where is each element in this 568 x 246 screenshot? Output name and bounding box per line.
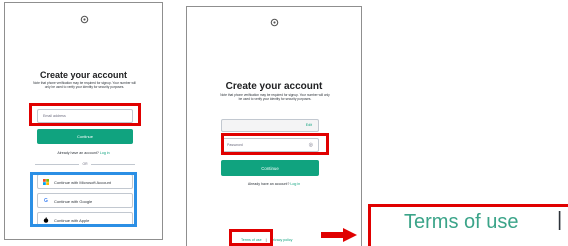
signup-panel-password: Create your account Note that phone veri… [186, 6, 362, 246]
verification-note: Note that phone verification may be requ… [33, 81, 136, 90]
openai-logo-icon [80, 15, 89, 24]
page-title: Create your account [39, 70, 128, 80]
zoomed-terms-detail: Terms of use | [368, 204, 568, 246]
login-link[interactable]: Log in [100, 151, 110, 155]
zoomed-separator: | [557, 209, 563, 231]
continue-button[interactable]: Continue [37, 129, 133, 144]
login-prompt-text: Already have an account? [247, 182, 290, 186]
social-login-highlight [30, 172, 137, 227]
or-divider: OR [35, 162, 135, 166]
email-display-field: Edit [221, 119, 319, 132]
arrow-right-icon [321, 228, 357, 242]
login-prompt: Already have an account? Log in [5, 151, 162, 155]
privacy-policy-link[interactable]: Privacy policy [271, 238, 293, 242]
login-prompt: Already have an account? Log in [187, 182, 361, 186]
openai-logo-icon [270, 18, 279, 27]
continue-button[interactable]: Continue [221, 160, 319, 176]
login-link[interactable]: Log in [290, 182, 300, 186]
divider-line [91, 164, 135, 165]
page-title: Create your account [225, 81, 323, 92]
edit-email-link[interactable]: Edit [306, 123, 312, 127]
password-field-highlight [221, 133, 329, 155]
login-prompt-text: Already have an account? [57, 151, 99, 155]
zoomed-terms-of-use-link[interactable]: Terms of use [404, 211, 518, 234]
terms-link-highlight [229, 229, 273, 246]
email-field-highlight [29, 103, 141, 126]
verification-note: Note that phone verification may be requ… [220, 93, 330, 102]
